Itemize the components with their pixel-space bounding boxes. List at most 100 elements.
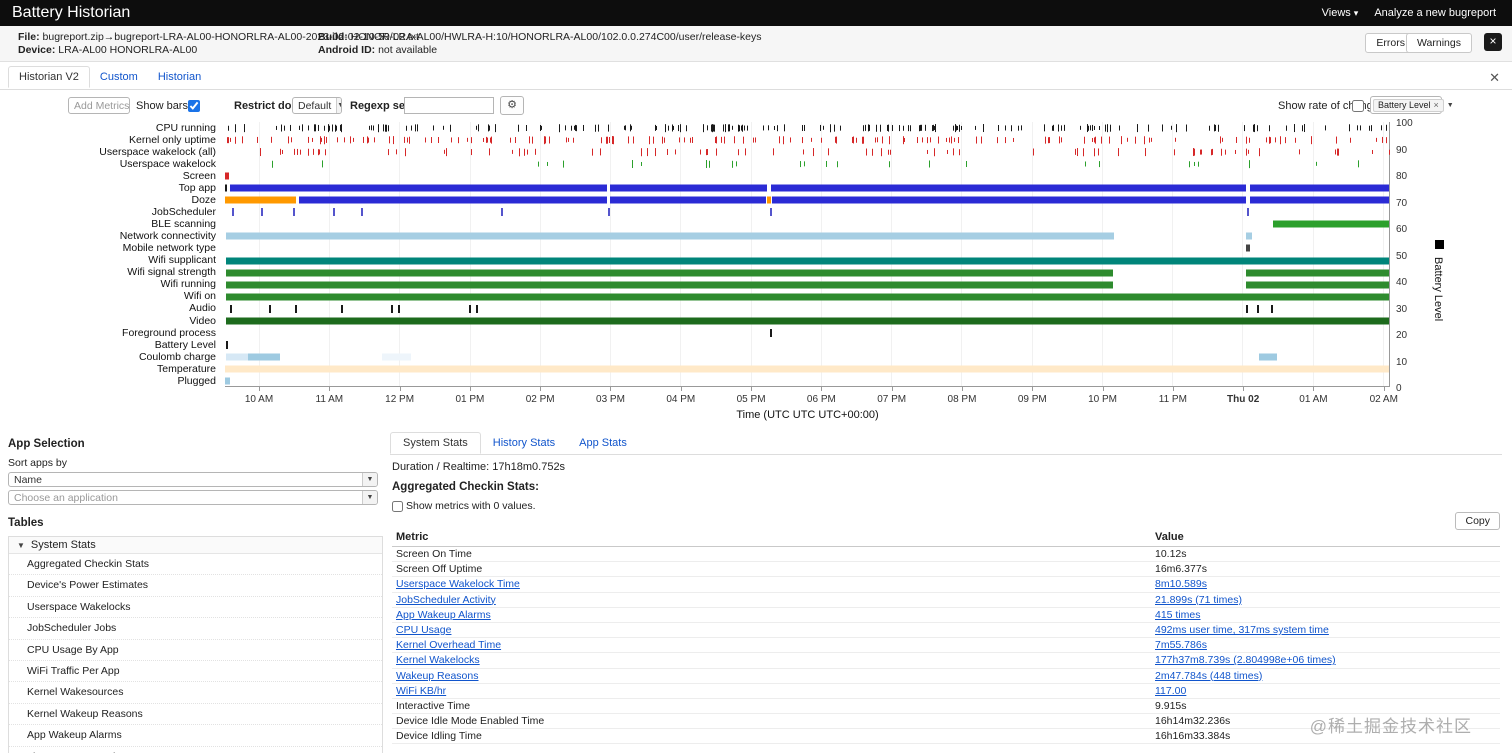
stats-tab-system-stats[interactable]: System Stats xyxy=(390,432,481,454)
metric-link[interactable]: JobScheduler Activity xyxy=(396,594,496,606)
restrict-domain-select[interactable]: Default ▼ xyxy=(292,97,342,114)
chevron-down-icon[interactable]: ▼ xyxy=(1447,102,1454,109)
tick-mark xyxy=(755,137,757,143)
metric-link[interactable]: Kernel Wakelocks xyxy=(396,654,480,666)
tick-mark xyxy=(1098,148,1100,156)
value-link[interactable]: 2m47.784s (448 times) xyxy=(1155,670,1262,682)
value-link[interactable]: 8m10.589s xyxy=(1155,578,1207,590)
tick-mark xyxy=(1222,137,1224,143)
tick-mark xyxy=(821,137,823,143)
value-link[interactable]: 415 times xyxy=(1155,609,1201,621)
sort-apps-select[interactable]: Name ▼ xyxy=(8,472,378,487)
chevron-down-icon[interactable]: ▼ xyxy=(336,98,341,113)
table-item-device-s-power-estimates[interactable]: Device's Power Estimates xyxy=(9,575,382,597)
value-link[interactable]: 21.899s (71 times) xyxy=(1155,594,1242,606)
analyze-new-bugreport-link[interactable]: Analyze a new bugreport xyxy=(1374,7,1496,19)
table-item-cpu-usage-by-app[interactable]: CPU Usage By App xyxy=(9,640,382,662)
metric-link[interactable]: Wakeup Reasons xyxy=(396,670,479,682)
tick-mark xyxy=(229,304,232,313)
table-item-jobscheduler-jobs[interactable]: JobScheduler Jobs xyxy=(9,618,382,640)
table-item-userspace-wakelocks[interactable]: Userspace Wakelocks xyxy=(9,597,382,619)
metric-link[interactable]: App Wakeup Alarms xyxy=(396,609,491,621)
table-item-aggregated-checkin-stats[interactable]: Aggregated Checkin Stats xyxy=(9,554,382,576)
choose-application-select[interactable]: Choose an application ▼ xyxy=(8,490,378,505)
remove-chip-icon[interactable]: × xyxy=(1434,100,1439,110)
tick-mark xyxy=(339,124,341,132)
tables-section-system-stats[interactable]: ▼ System Stats xyxy=(9,537,382,554)
show-bars-checkbox[interactable] xyxy=(188,100,200,112)
tick-mark xyxy=(1044,125,1046,131)
table-item-app-wakeup-alarms[interactable]: App Wakeup Alarms xyxy=(9,725,382,747)
metric-link[interactable]: Userspace Wakelock Time xyxy=(396,578,520,590)
tick-mark xyxy=(318,149,320,155)
tick-mark xyxy=(261,208,264,217)
tick-mark xyxy=(953,125,955,131)
gear-icon[interactable]: ⚙ xyxy=(500,96,524,115)
tables-list: ▼ System Stats Aggregated Checkin Stats Dev… xyxy=(8,536,383,753)
add-metrics-combobox[interactable]: Add Metrics ▼ xyxy=(68,97,130,114)
y-tick-label: 20 xyxy=(1396,330,1408,341)
chevron-down-icon[interactable]: ▼ xyxy=(362,491,377,504)
tick-mark xyxy=(1210,149,1212,155)
tick-mark xyxy=(903,138,905,143)
level-metric-select[interactable]: Battery Level × ▼ xyxy=(1370,96,1454,114)
tick-mark xyxy=(705,160,707,169)
tick-mark xyxy=(500,208,503,217)
warnings-button[interactable]: Warnings xyxy=(1406,33,1472,53)
timeline-row-wifi-supplicant xyxy=(225,255,1389,267)
metric-text: Device Idling Time xyxy=(396,730,482,743)
bar-segment xyxy=(299,196,607,204)
chevron-down-icon[interactable]: ▼ xyxy=(362,473,377,486)
x-tick-label: 10 AM xyxy=(244,394,274,405)
metric-link[interactable]: WiFi KB/hr xyxy=(396,685,446,697)
tick-mark xyxy=(903,125,905,131)
regexp-search-input[interactable] xyxy=(404,97,494,114)
tick-mark xyxy=(1271,304,1274,313)
value-cell: 8m10.589s xyxy=(1155,578,1496,590)
table-item-time-spent-in-each-app-state[interactable]: Time Spent In Each App State xyxy=(9,747,382,753)
y-tick-label: 0 xyxy=(1396,383,1402,394)
timeline-row-doze xyxy=(225,194,1389,206)
tick-mark xyxy=(952,148,954,156)
zero-values-checkbox[interactable] xyxy=(392,500,403,512)
tick-mark xyxy=(256,136,258,144)
value-link[interactable]: 117.00 xyxy=(1155,685,1186,697)
timeline-plot[interactable] xyxy=(225,122,1390,387)
table-item-kernel-wakesources[interactable]: Kernel Wakesources xyxy=(9,682,382,704)
timeline-row-top-app xyxy=(225,182,1389,194)
tick-mark xyxy=(1375,137,1377,143)
tab-historian[interactable]: Historian xyxy=(148,67,211,87)
value-link[interactable]: 7m55.786s xyxy=(1155,639,1207,651)
table-item-kernel-wakeup-reasons[interactable]: Kernel Wakeup Reasons xyxy=(9,704,382,726)
tick-mark xyxy=(534,148,536,156)
tick-mark xyxy=(491,136,493,144)
tick-mark xyxy=(568,137,570,143)
tick-mark xyxy=(763,125,765,131)
tab-custom[interactable]: Custom xyxy=(90,67,148,87)
y-tick-label: 40 xyxy=(1396,277,1408,288)
views-menu[interactable]: Views ▾ xyxy=(1322,7,1359,19)
table-item-wifi-traffic-per-app[interactable]: WiFi Traffic Per App xyxy=(9,661,382,683)
metric-link[interactable]: Kernel Overhead Time xyxy=(396,639,501,651)
views-label: Views xyxy=(1321,7,1351,19)
tick-mark xyxy=(633,136,635,144)
stats-tab-history-stats[interactable]: History Stats xyxy=(481,433,567,453)
show-rate-checkbox[interactable] xyxy=(1352,100,1364,112)
close-tab-icon[interactable]: ✕ xyxy=(1489,70,1500,86)
close-info-button[interactable]: × xyxy=(1484,33,1502,51)
sort-apps-value: Name xyxy=(14,474,43,486)
tick-mark xyxy=(716,136,718,144)
stats-tab-app-stats[interactable]: App Stats xyxy=(567,433,639,453)
value-link[interactable]: 177h37m8.739s (2.804998e+06 times) xyxy=(1155,654,1336,666)
tick-mark xyxy=(1106,124,1108,132)
tick-mark xyxy=(308,148,310,156)
tick-mark xyxy=(1173,149,1175,155)
tick-mark xyxy=(773,148,775,156)
tick-mark xyxy=(1193,162,1195,167)
tab-historian-v2[interactable]: Historian V2 xyxy=(8,66,90,88)
tick-mark xyxy=(627,137,629,143)
value-link[interactable]: 492ms user time, 317ms system time xyxy=(1155,624,1329,636)
tick-mark xyxy=(325,136,327,144)
android-id-value: not available xyxy=(378,44,438,56)
metric-link[interactable]: CPU Usage xyxy=(396,624,451,636)
